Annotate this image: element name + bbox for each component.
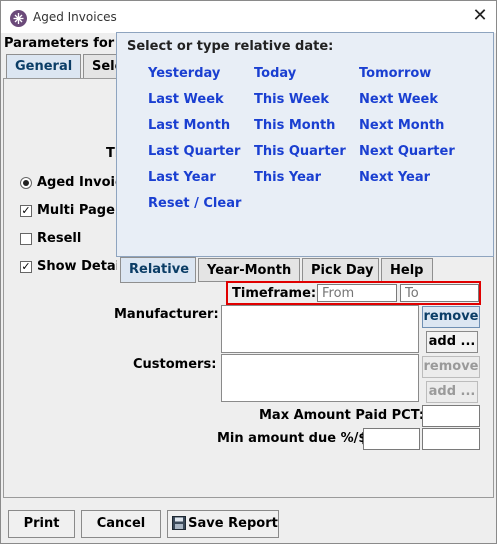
date-today[interactable]: Today xyxy=(254,66,296,81)
window-title: Aged Invoices xyxy=(33,10,117,24)
timeframe-from-input[interactable] xyxy=(317,284,397,302)
customers-list[interactable] xyxy=(221,354,419,402)
resell-label: Resell xyxy=(37,231,82,246)
date-tomorrow[interactable]: Tomorrow xyxy=(359,66,431,81)
show-details-checkbox[interactable]: ✓ xyxy=(20,261,32,273)
date-reset-clear[interactable]: Reset / Clear xyxy=(148,196,241,211)
close-icon[interactable]: ✕ xyxy=(471,7,489,25)
date-this-year[interactable]: This Year xyxy=(254,170,321,185)
timeframe-to-input[interactable] xyxy=(400,284,479,302)
print-button[interactable]: Print xyxy=(8,510,75,538)
app-logo-icon xyxy=(10,10,27,27)
date-next-month[interactable]: Next Month xyxy=(359,118,444,133)
timeframe-label: Timeframe: xyxy=(232,286,317,301)
customers-remove-button[interactable]: remove xyxy=(422,356,480,378)
date-next-year[interactable]: Next Year xyxy=(359,170,430,185)
tab-year-month[interactable]: Year-Month xyxy=(198,258,300,282)
date-last-year[interactable]: Last Year xyxy=(148,170,216,185)
aged-invoices-window: Aged Invoices ✕ Parameters for A General… xyxy=(0,0,497,544)
timeframe-row: Timeframe: xyxy=(226,281,481,305)
aged-invoices-radio[interactable] xyxy=(20,177,32,189)
date-this-month[interactable]: This Month xyxy=(254,118,335,133)
tab-selection[interactable]: Sele xyxy=(83,54,117,78)
min-amount-label: Min amount due %/$ xyxy=(217,431,368,446)
max-amount-label: Max Amount Paid PCT: xyxy=(259,408,425,423)
date-next-week[interactable]: Next Week xyxy=(359,92,438,107)
title-bar: Aged Invoices ✕ xyxy=(1,1,496,33)
max-amount-input[interactable] xyxy=(422,405,480,427)
date-last-quarter[interactable]: Last Quarter xyxy=(148,144,240,159)
customers-label: Customers: xyxy=(133,357,217,372)
tab-help[interactable]: Help xyxy=(381,258,433,282)
relative-date-popup: Select or type relative date: Yesterday … xyxy=(116,32,494,257)
date-next-quarter[interactable]: Next Quarter xyxy=(359,144,455,159)
manufacturer-list[interactable] xyxy=(221,305,419,353)
date-this-week[interactable]: This Week xyxy=(254,92,329,107)
cancel-button[interactable]: Cancel xyxy=(81,510,161,538)
date-last-month[interactable]: Last Month xyxy=(148,118,230,133)
multi-page-label: Multi Page xyxy=(37,203,115,218)
min-amount-input-1[interactable] xyxy=(363,428,420,450)
manufacturer-remove-button[interactable]: remove xyxy=(422,306,480,328)
min-amount-input-2[interactable] xyxy=(422,428,480,450)
manufacturer-label: Manufacturer: xyxy=(114,307,219,322)
show-details-label: Show Detai xyxy=(37,259,117,274)
popup-title: Select or type relative date: xyxy=(127,39,334,54)
tab-general[interactable]: General xyxy=(6,54,81,79)
parameters-label: Parameters for A xyxy=(4,36,129,51)
resell-checkbox[interactable] xyxy=(20,233,32,245)
date-last-week[interactable]: Last Week xyxy=(148,92,224,107)
manufacturer-add-button[interactable]: add ... xyxy=(426,331,478,353)
customers-add-button[interactable]: add ... xyxy=(426,381,478,403)
multi-page-checkbox[interactable]: ✓ xyxy=(20,205,32,217)
save-disk-icon xyxy=(172,516,186,530)
save-report-label: Save Report xyxy=(188,516,278,531)
date-yesterday[interactable]: Yesterday xyxy=(148,66,220,81)
save-report-button[interactable]: Save Report xyxy=(167,510,279,538)
aged-invoices-label: Aged Invoic xyxy=(37,175,117,190)
tab-pick-day[interactable]: Pick Day xyxy=(302,258,379,282)
tab-relative[interactable]: Relative xyxy=(120,257,196,283)
date-this-quarter[interactable]: This Quarter xyxy=(254,144,346,159)
